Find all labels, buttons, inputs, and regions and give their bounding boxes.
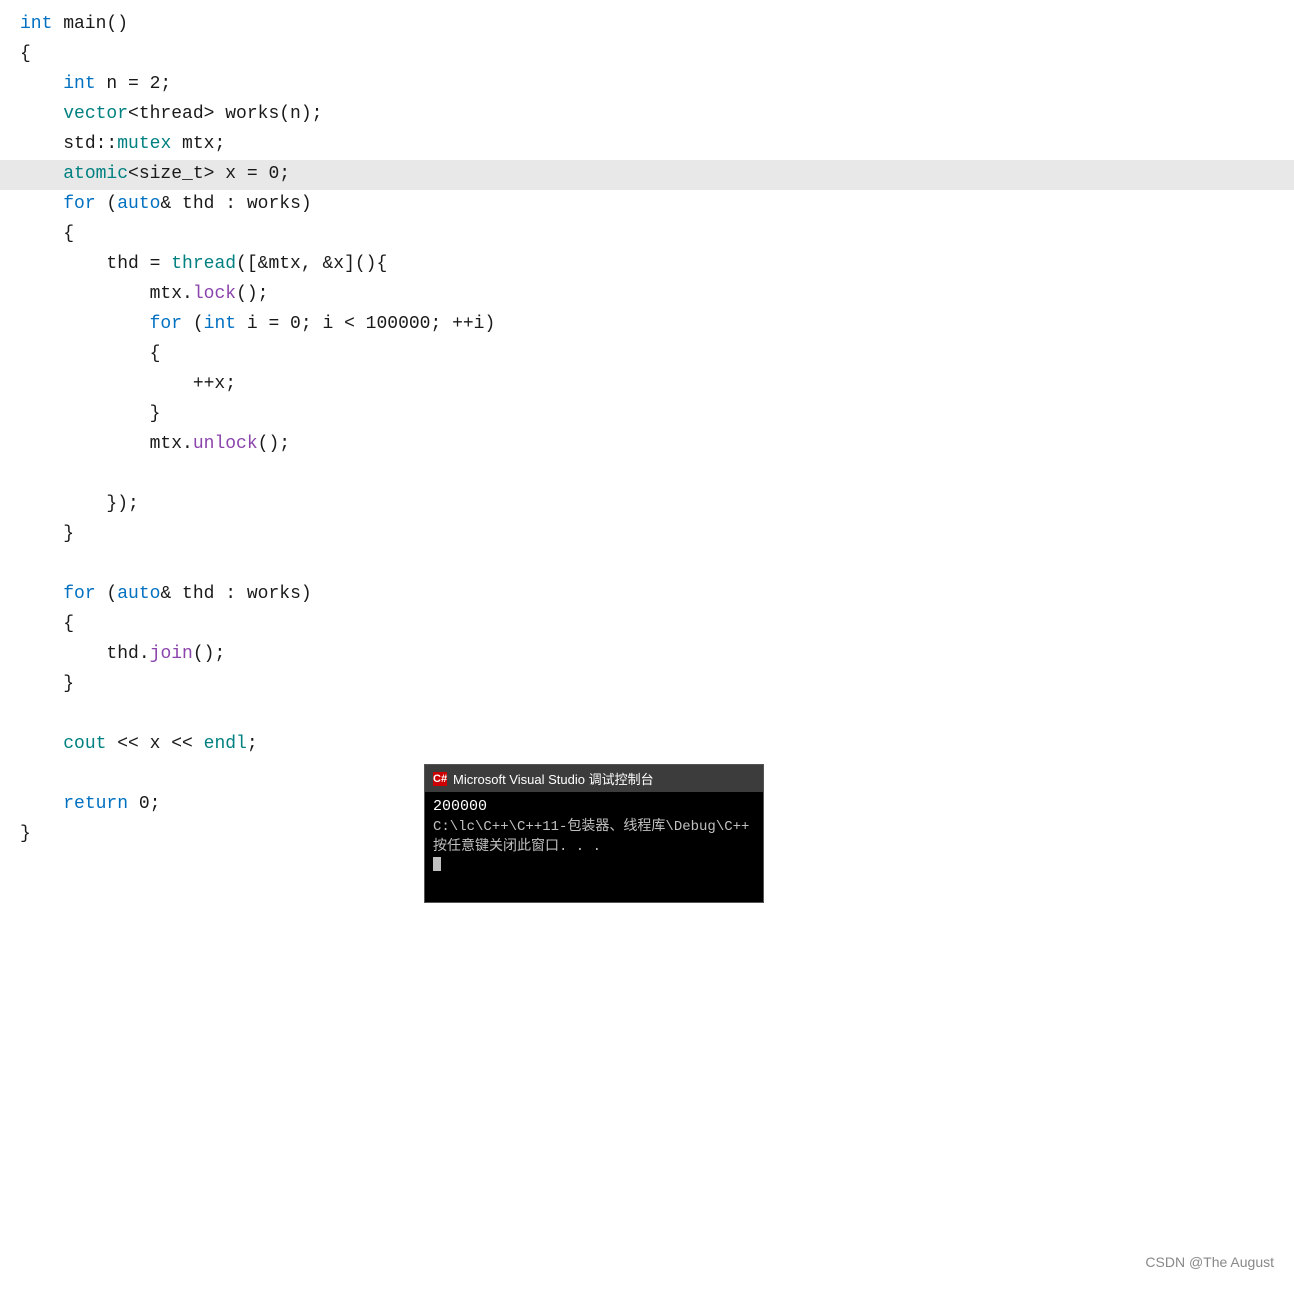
code-line: thd = thread([&mtx, &x](){ (0, 250, 1294, 280)
code-line: vector<thread> works(n); (0, 100, 1294, 130)
code-line (0, 700, 1294, 730)
code-line: } (0, 520, 1294, 550)
code-line: } (0, 400, 1294, 430)
code-line: int n = 2; (0, 70, 1294, 100)
code-line: cout << x << endl; (0, 730, 1294, 760)
code-line: mtx.lock(); (0, 280, 1294, 310)
terminal-prompt: 按任意键关闭此窗口. . . (433, 835, 755, 855)
code-line: for (auto& thd : works) (0, 190, 1294, 220)
terminal-titlebar: C# Microsoft Visual Studio 调试控制台 (425, 765, 763, 792)
terminal-cursor-line (433, 855, 755, 871)
terminal-path: C:\lc\C++\C++11-包装器、线程库\Debug\C++ (433, 815, 755, 835)
terminal-window[interactable]: C# Microsoft Visual Studio 调试控制台 200000 … (424, 764, 764, 903)
code-line: thd.join(); (0, 640, 1294, 670)
code-line: for (auto& thd : works) (0, 580, 1294, 610)
terminal-body: 200000 C:\lc\C++\C++11-包装器、线程库\Debug\C++… (425, 792, 763, 902)
code-line: atomic<size_t> x = 0; (0, 160, 1294, 190)
code-line: } (0, 670, 1294, 700)
vs-icon: C# (433, 772, 447, 786)
code-line: { (0, 40, 1294, 70)
terminal-cursor (433, 857, 441, 871)
code-line: for (int i = 0; i < 100000; ++i) (0, 310, 1294, 340)
code-line (0, 550, 1294, 580)
code-line: std::mutex mtx; (0, 130, 1294, 160)
code-line (0, 460, 1294, 490)
code-line: ++x; (0, 370, 1294, 400)
watermark: CSDN @The August (1145, 1254, 1274, 1270)
terminal-title: Microsoft Visual Studio 调试控制台 (453, 769, 654, 788)
terminal-output: 200000 (433, 798, 755, 815)
code-line: mtx.unlock(); (0, 430, 1294, 460)
code-line: { (0, 220, 1294, 250)
code-line: { (0, 610, 1294, 640)
code-line: { (0, 340, 1294, 370)
code-line: int main() (0, 10, 1294, 40)
code-editor: int main(){ int n = 2; vector<thread> wo… (0, 0, 1294, 860)
code-line: }); (0, 490, 1294, 520)
